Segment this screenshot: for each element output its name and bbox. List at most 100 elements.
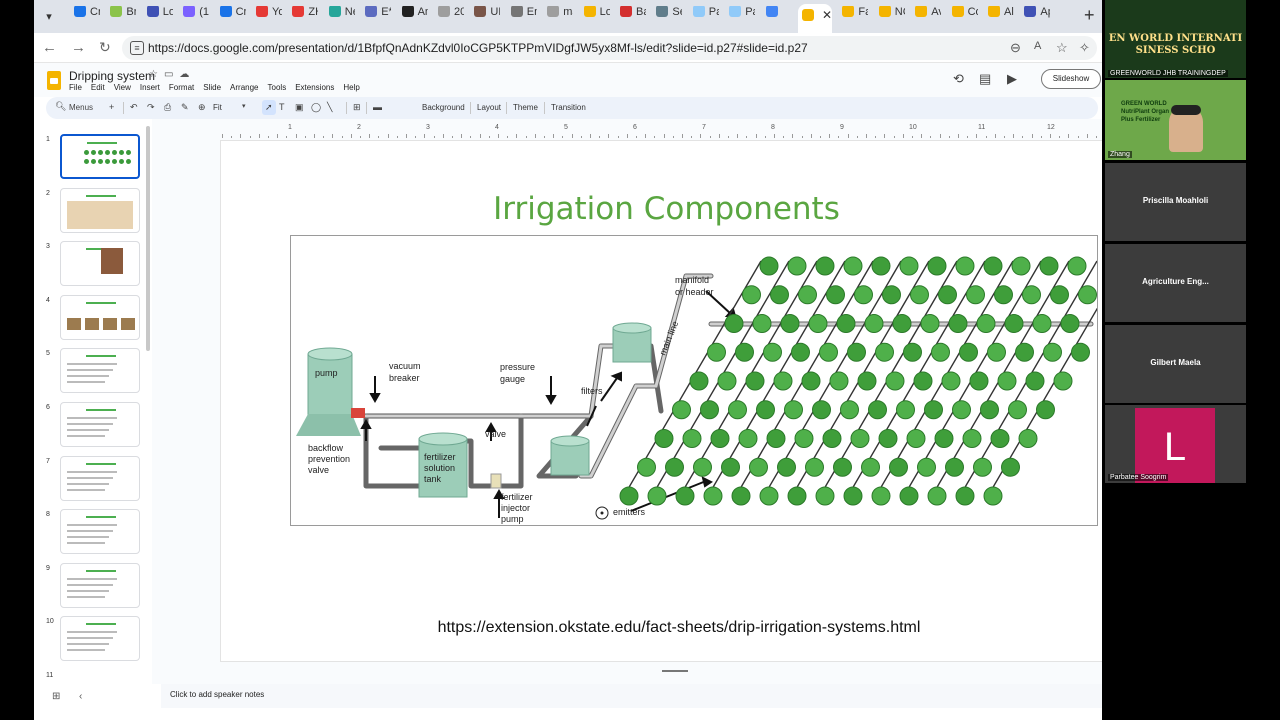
browser-tab[interactable]: 20 (434, 6, 464, 27)
slideshow-button[interactable]: Slideshow (1041, 69, 1101, 89)
zoom-select[interactable]: Fit (213, 103, 222, 112)
participant-tile[interactable]: Gilbert Maela (1105, 325, 1246, 403)
background-button[interactable]: Background (422, 103, 465, 112)
paint-format-icon[interactable]: ✎ (181, 102, 189, 113)
browser-tab[interactable]: An (398, 6, 428, 27)
browser-tab[interactable]: Av (911, 6, 941, 27)
menu-insert[interactable]: Insert (140, 83, 160, 92)
participant-tile[interactable]: L Parbatee Soogrim (1105, 405, 1246, 483)
cloud-status-icon[interactable]: ☁ (179, 69, 195, 80)
line-icon[interactable]: ╲ (327, 102, 332, 113)
print-icon[interactable]: ⎙ (164, 102, 171, 113)
undo-icon[interactable]: ↶ (130, 102, 138, 113)
menu-slide[interactable]: Slide (203, 83, 221, 92)
new-tab-icon[interactable]: + (1084, 5, 1095, 26)
participant-tile[interactable]: EN WORLD INTERNATI SINESS SCHO GREENWORL… (1105, 0, 1246, 78)
browser-tab[interactable]: Fa (838, 6, 868, 27)
collapse-filmstrip-icon[interactable]: ‹ (79, 691, 82, 702)
text-box-icon[interactable]: T (279, 102, 285, 112)
canvas-scroll-indicator[interactable] (662, 670, 688, 672)
browser-tab[interactable]: Pa (725, 6, 755, 27)
tab-search-icon[interactable]: ▾ (40, 8, 58, 26)
site-info-icon[interactable]: ≡ (130, 41, 144, 55)
select-icon[interactable]: ➚ (265, 102, 273, 113)
reload-icon[interactable]: ↻ (99, 39, 111, 56)
browser-tab[interactable]: Ne (325, 6, 355, 27)
slide-title[interactable]: Irrigation Components (221, 191, 1102, 227)
slide-thumbnail[interactable] (60, 348, 140, 394)
slide-thumbnail[interactable] (60, 562, 140, 608)
new-slide-icon[interactable]: + (109, 102, 114, 112)
speaker-notes-placeholder[interactable]: Click to add speaker notes (170, 690, 264, 699)
browser-tab[interactable]: NC (875, 6, 905, 27)
browser-tab[interactable]: Ba (616, 6, 646, 27)
menu-arrange[interactable]: Arrange (230, 83, 258, 92)
slide-thumbnail[interactable] (60, 134, 140, 179)
address-bar[interactable]: ≡ https://docs.google.com/presentation/d… (122, 36, 1097, 60)
browser-tab[interactable]: Cr (216, 6, 246, 27)
irrigation-diagram-image[interactable]: pump vacuum breaker pressure gauge filte… (290, 235, 1098, 526)
image-icon[interactable]: ▣ (295, 102, 304, 113)
theme-button[interactable]: Theme (513, 103, 538, 112)
comment-icon[interactable]: ⊞ (353, 102, 361, 113)
slide-thumbnail[interactable] (60, 241, 140, 287)
move-folder-icon[interactable]: ▭ (164, 69, 179, 80)
read-aloud-icon[interactable]: A (1034, 40, 1041, 52)
shape-icon[interactable]: ◯ (311, 102, 321, 113)
menu-help[interactable]: Help (343, 83, 359, 92)
browser-tab[interactable]: Lo (580, 6, 610, 27)
search-menus-label[interactable]: Menus (69, 103, 93, 112)
slide-thumbnail[interactable] (60, 616, 140, 662)
version-history-icon[interactable]: ⟲ (953, 71, 964, 87)
browser-tab[interactable]: ZH (288, 6, 318, 27)
slide-thumbnail[interactable] (60, 402, 140, 447)
browser-tab[interactable]: ma (543, 6, 573, 27)
browser-tab[interactable]: En (507, 6, 537, 27)
slide-thumbnail[interactable] (60, 455, 140, 501)
browser-tab[interactable]: Alc (984, 6, 1014, 27)
comments-icon[interactable]: ▤ (979, 71, 991, 87)
menu-extensions[interactable]: Extensions (295, 83, 334, 92)
browser-tab[interactable] (762, 6, 792, 27)
browser-tab[interactable]: UP (470, 6, 500, 27)
participant-tile[interactable]: GREEN WORLD NutriPlant Organ Plus Fertil… (1105, 80, 1246, 160)
bookmark-star-icon[interactable]: ☆ (1056, 40, 1068, 56)
forward-icon[interactable]: → (71, 39, 86, 56)
zoom-icon[interactable]: ⊖ (1010, 40, 1021, 56)
menu-view[interactable]: View (114, 83, 131, 92)
transition-button[interactable]: Transition (551, 103, 586, 112)
participant-tile[interactable]: Priscilla Moahloli (1105, 163, 1246, 241)
browser-tab[interactable]: Lo (143, 6, 173, 27)
browser-tab[interactable]: Yo (252, 6, 282, 27)
zoom-dropdown-icon[interactable]: ▾ (242, 102, 246, 110)
speaker-notes[interactable]: Click to add speaker notes (161, 684, 1102, 708)
document-title[interactable]: Dripping system (69, 69, 155, 83)
back-icon[interactable]: ← (42, 39, 57, 56)
menu-tools[interactable]: Tools (268, 83, 287, 92)
menu-format[interactable]: Format (169, 83, 194, 92)
menu-file[interactable]: File (69, 83, 82, 92)
zoom-icon[interactable]: ⊕ (198, 102, 206, 113)
star-icon[interactable]: ☆ (149, 69, 164, 80)
tab-close-icon[interactable]: ✕ (822, 8, 832, 22)
browser-tab[interactable]: Pa (689, 6, 719, 27)
grid-view-icon[interactable]: ⊞ (52, 691, 60, 702)
browser-tab[interactable]: Ap (1020, 6, 1050, 27)
browser-tab[interactable]: (1, (179, 6, 209, 27)
redo-icon[interactable]: ↷ (147, 102, 155, 113)
slide-thumbnail[interactable] (60, 294, 140, 340)
search-menus-icon[interactable]: 🔍︎ (55, 101, 66, 112)
slide-canvas[interactable]: Irrigation Components pump vacuum breake… (221, 141, 1102, 661)
slides-logo-icon[interactable] (47, 71, 61, 90)
slide-thumbnail[interactable] (60, 187, 140, 233)
menu-edit[interactable]: Edit (91, 83, 105, 92)
participant-tile[interactable]: Agriculture Eng... (1105, 244, 1246, 322)
browser-tab[interactable]: Cre (70, 6, 100, 27)
meet-icon[interactable]: ▶ (1007, 71, 1017, 87)
browser-tab[interactable]: Bri (106, 6, 136, 27)
browser-tab[interactable]: Se (652, 6, 682, 27)
layout-button[interactable]: Layout (477, 103, 501, 112)
border-weight-icon[interactable]: ▬ (373, 102, 382, 112)
url-text[interactable]: https://docs.google.com/presentation/d/1… (148, 41, 808, 55)
slide-thumbnail[interactable] (60, 509, 140, 555)
